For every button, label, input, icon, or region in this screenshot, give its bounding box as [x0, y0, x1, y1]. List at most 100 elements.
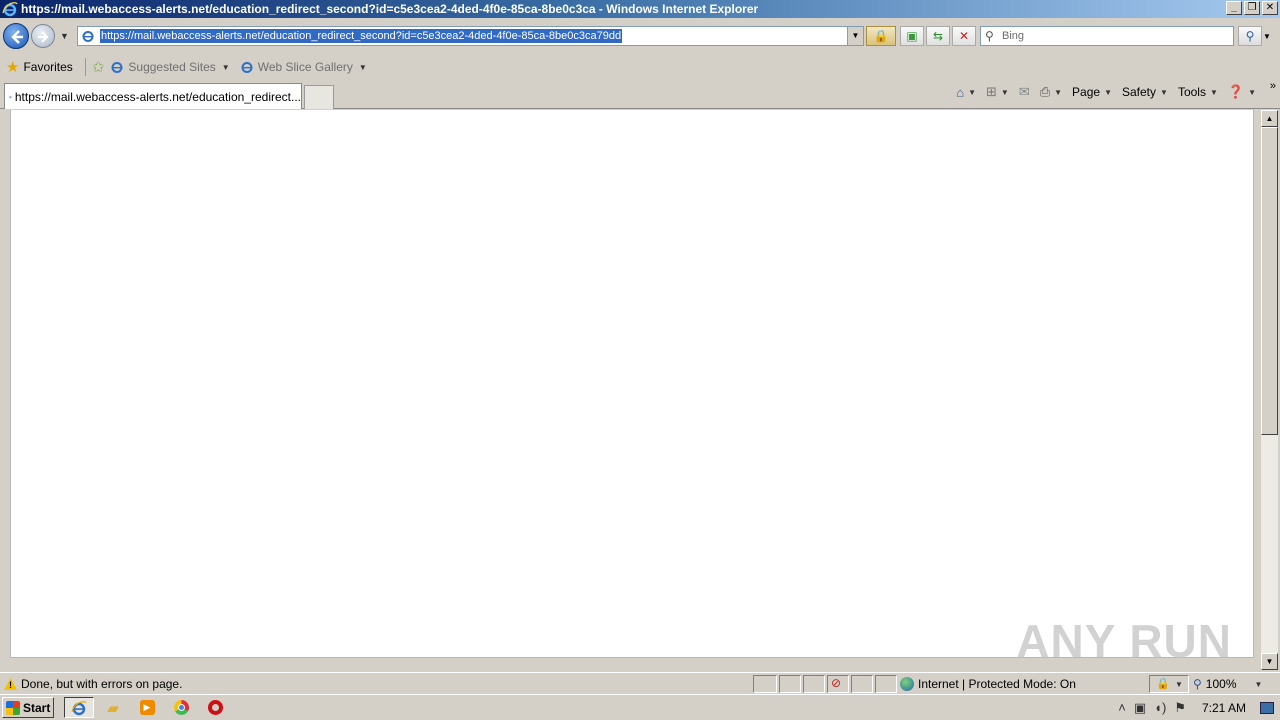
vertical-scrollbar[interactable]: ▲ ▼ [1261, 110, 1278, 670]
close-window-button[interactable]: ✕ [1262, 1, 1278, 15]
anyrun-watermark: ANY RUN [1016, 615, 1232, 667]
feeds-button[interactable]: ⊞ ▼ [986, 84, 1009, 100]
popup-blocked-icon: ⊘ [831, 676, 842, 690]
security-lock-button[interactable]: 🔒 [866, 26, 896, 46]
minimize-button[interactable]: _ [1226, 1, 1242, 15]
network-icon[interactable]: ▣ [1134, 700, 1146, 716]
scroll-thumb[interactable] [1261, 127, 1278, 435]
opera-icon [207, 700, 223, 715]
security-zone[interactable]: Internet | Protected Mode: On [900, 677, 1076, 691]
security-settings-panel[interactable]: 🔒 ▼ [1149, 675, 1189, 693]
compatibility-icon: ▣ [906, 29, 918, 43]
zoom-level: 100% [1205, 677, 1237, 691]
tools-menu-label: Tools [1177, 85, 1206, 99]
help-button[interactable]: ❓ ▼ [1228, 84, 1256, 100]
window-controls: _ ❐ ✕ [1226, 1, 1278, 15]
web-slice-gallery-icon [241, 62, 253, 73]
taskbar-media-player[interactable]: ▶ [132, 697, 162, 718]
address-dropdown-button[interactable]: ▼ [847, 27, 863, 45]
tab-current-page[interactable]: https://mail.webaccess-alerts.net/educat… [4, 83, 302, 109]
taskbar-internet-explorer[interactable] [64, 697, 94, 718]
suggested-sites-icon [111, 62, 123, 73]
show-desktop-icon[interactable] [1260, 701, 1274, 714]
address-bar[interactable]: https://mail.webaccess-alerts.net/educat… [77, 26, 864, 46]
suggested-sites-link[interactable]: Suggested Sites ▼ [110, 60, 230, 74]
search-go-button[interactable]: ⚲ [1238, 26, 1262, 46]
chevron-down-icon: ▼ [1054, 87, 1063, 97]
clock[interactable]: 7:21 AM [1202, 701, 1246, 715]
search-box[interactable]: ⚲ Bing [980, 26, 1234, 46]
printer-icon: ⎙ [1039, 84, 1051, 99]
content-viewport: ▲ ▼ ANY RUN [0, 110, 1280, 672]
help-icon: ❓ [1227, 84, 1245, 99]
taskbar-opera[interactable] [200, 697, 230, 718]
recent-pages-dropdown-icon[interactable]: ▼ [60, 31, 69, 41]
magnifier-icon: ⚲ [1245, 29, 1255, 43]
scroll-down-button[interactable]: ▼ [1261, 653, 1278, 670]
new-tab-button[interactable] [304, 85, 334, 109]
navigation-bar: ▼ https://mail.webaccess-alerts.net/educ… [0, 18, 1280, 54]
volume-icon[interactable]: ◖) [1154, 700, 1166, 715]
popup-blocker-panel[interactable]: ⊘ [827, 675, 849, 693]
print-button[interactable]: ⎙ ▼ [1040, 84, 1062, 100]
start-label: Start [23, 700, 51, 715]
restore-button[interactable]: ❐ [1244, 1, 1260, 15]
stop-button[interactable]: ✕ [952, 26, 976, 46]
back-button[interactable] [3, 23, 29, 49]
refresh-button[interactable]: ⇆ [926, 26, 950, 46]
taskbar-chrome[interactable] [166, 697, 196, 718]
mail-icon: ✉ [1018, 84, 1030, 99]
chevron-down-icon: ▼ [1104, 87, 1112, 97]
safety-menu-button[interactable]: Safety ▼ [1122, 85, 1168, 99]
internet-explorer-icon [71, 700, 87, 715]
search-icon: ⚲ [985, 29, 994, 43]
page-ie-icon [82, 31, 94, 42]
chevron-down-icon: ▼ [968, 87, 976, 97]
tools-menu-button[interactable]: Tools ▼ [1178, 85, 1218, 99]
back-arrow-icon [11, 30, 23, 44]
url-text[interactable]: https://mail.webaccess-alerts.net/educat… [100, 29, 623, 43]
status-panel [753, 675, 777, 693]
scroll-up-button[interactable]: ▲ [1261, 110, 1278, 127]
chevron-down-icon: ▼ [1254, 679, 1263, 689]
home-button[interactable]: ⌂ ▼ [956, 85, 976, 100]
chevron-down-icon: ▼ [358, 62, 367, 72]
add-to-favorites-bar-button[interactable]: ✩ [92, 58, 105, 76]
status-error-indicator[interactable]: ! Done, but with errors on page. [4, 677, 182, 691]
ie-logo-icon [2, 2, 18, 17]
page-menu-button[interactable]: Page ▼ [1072, 85, 1112, 99]
read-mail-button[interactable]: ✉ [1019, 84, 1030, 100]
windows-logo-icon [6, 700, 20, 715]
web-slice-gallery-link[interactable]: Web Slice Gallery ▼ [240, 60, 367, 74]
stop-icon: ✕ [958, 29, 970, 43]
favorites-star-icon: ★ [6, 59, 20, 76]
status-panel [851, 675, 873, 693]
forward-button[interactable] [31, 24, 55, 48]
chevron-down-icon: ▼ [1000, 87, 1009, 97]
start-button[interactable]: Start [2, 697, 54, 718]
taskbar: Start ▰ ▶ ˄ ▣ ◖) ⚑ 7:21 AM [0, 694, 1280, 720]
window-title: https://mail.webaccess-alerts.net/educat… [21, 2, 759, 16]
search-options-dropdown-icon[interactable]: ▼ [1263, 32, 1271, 41]
system-tray: ˄ ▣ ◖) ⚑ 7:21 AM [1118, 697, 1280, 718]
forward-arrow-icon [38, 31, 49, 43]
taskbar-file-explorer[interactable]: ▰ [98, 697, 128, 718]
chevron-down-icon: ▼ [1248, 87, 1256, 97]
zoom-control[interactable]: ⚲ 100% ▼ [1193, 677, 1262, 691]
status-bar: ! Done, but with errors on page. ⊘ Inter… [0, 672, 1280, 694]
compatibility-view-button[interactable]: ▣ [900, 26, 924, 46]
folder-icon: ▰ [107, 699, 119, 717]
status-message: Done, but with errors on page. [21, 677, 183, 691]
refresh-icon: ⇆ [932, 29, 944, 43]
action-center-flag-icon[interactable]: ⚑ [1174, 700, 1186, 716]
favorites-button[interactable]: ★ Favorites [6, 58, 73, 76]
chevron-down-icon: ▼ [1160, 87, 1168, 97]
zoom-icon: ⚲ [1193, 677, 1202, 691]
chrome-icon [173, 700, 189, 715]
more-commands-icon[interactable]: » [1270, 80, 1276, 92]
web-page-content[interactable] [10, 110, 1254, 658]
tab-ie-icon [9, 95, 12, 98]
page-menu-label: Page [1072, 85, 1101, 99]
suggested-sites-label: Suggested Sites [128, 60, 216, 74]
show-hidden-icons-icon[interactable]: ˄ [1118, 700, 1126, 715]
